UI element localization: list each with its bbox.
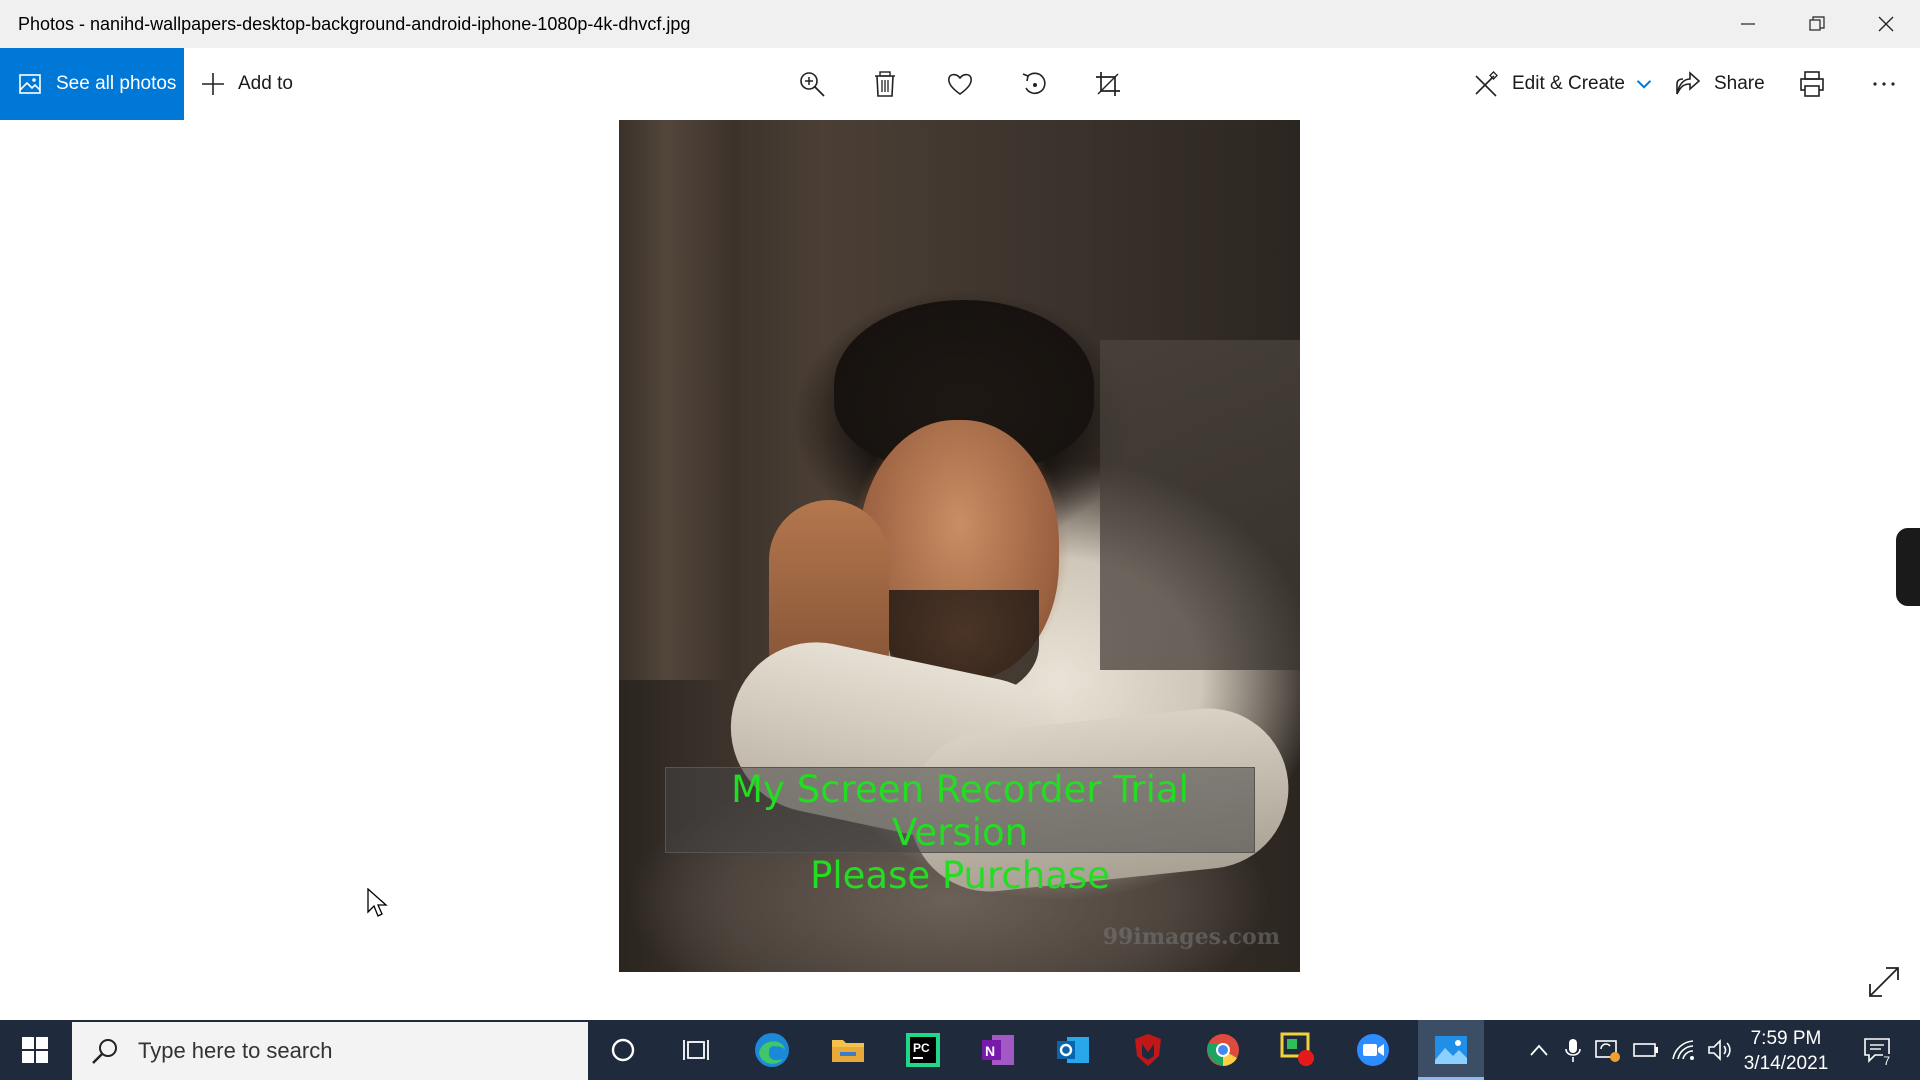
clock-date: 3/14/2021 bbox=[1743, 1053, 1829, 1074]
taskbar-onenote[interactable]: N bbox=[968, 1020, 1028, 1080]
search-icon bbox=[92, 1039, 117, 1064]
task-view-icon bbox=[683, 1040, 709, 1060]
search-placeholder: Type here to search bbox=[138, 1038, 333, 1063]
favorite-heart-icon bbox=[947, 73, 973, 95]
edit-create-label: Edit & Create bbox=[1512, 73, 1625, 94]
chevron-up-icon bbox=[1530, 1044, 1548, 1056]
taskbar-screen-recorder[interactable] bbox=[1268, 1020, 1328, 1080]
add-to-button[interactable]: Add to bbox=[200, 48, 293, 120]
onenote-icon: N bbox=[982, 1035, 1014, 1065]
share-icon bbox=[1676, 71, 1701, 95]
share-label: Share bbox=[1714, 73, 1765, 94]
photo-viewer-image[interactable]: 99images.com My Screen Recorder Trial Ve… bbox=[619, 120, 1300, 972]
title-bar: Photos - nanihd-wallpapers-desktop-backg… bbox=[0, 0, 1920, 48]
taskbar-pycharm[interactable]: PC bbox=[893, 1020, 953, 1080]
edit-create-icon bbox=[1475, 71, 1498, 97]
microphone-icon bbox=[1565, 1039, 1581, 1062]
wifi-icon bbox=[1672, 1040, 1694, 1060]
trial-watermark-line1: My Screen Recorder Trial Version bbox=[731, 768, 1189, 854]
trial-watermark-line2: Please Purchase bbox=[810, 854, 1110, 897]
action-center-button[interactable]: 7 bbox=[1852, 1020, 1902, 1080]
start-button[interactable] bbox=[0, 1020, 70, 1080]
clock-time: 7:59 PM bbox=[1750, 1028, 1822, 1049]
close-button[interactable] bbox=[1851, 0, 1920, 48]
minimize-icon bbox=[1740, 23, 1755, 25]
see-all-photos-button[interactable]: See all photos bbox=[0, 48, 184, 120]
tray-microphone[interactable] bbox=[1558, 1020, 1588, 1080]
cortana-icon bbox=[611, 1038, 635, 1062]
folder-icon bbox=[832, 1040, 864, 1062]
taskbar-chrome[interactable] bbox=[1193, 1020, 1253, 1080]
see-all-photos-label: See all photos bbox=[56, 73, 177, 94]
print-icon bbox=[1800, 71, 1824, 97]
recorder-trial-watermark: My Screen Recorder Trial Version Please … bbox=[665, 767, 1255, 897]
rotate-button[interactable] bbox=[1006, 48, 1062, 120]
zoom-button[interactable] bbox=[784, 48, 840, 120]
print-button[interactable] bbox=[1784, 48, 1840, 120]
taskbar-edge[interactable] bbox=[742, 1020, 802, 1080]
speaker-icon bbox=[1708, 1039, 1731, 1061]
window-title: Photos - nanihd-wallpapers-desktop-backg… bbox=[18, 13, 691, 34]
side-panel-handle[interactable] bbox=[1896, 528, 1920, 606]
more-ellipsis-icon bbox=[1873, 82, 1895, 86]
taskbar-mcafee[interactable] bbox=[1118, 1020, 1178, 1080]
rotate-icon bbox=[1022, 72, 1046, 95]
photos-app-icon bbox=[1435, 1036, 1467, 1064]
share-button[interactable]: Share bbox=[1674, 48, 1765, 120]
favorite-button[interactable] bbox=[932, 48, 988, 120]
mcafee-shield-icon bbox=[1135, 1034, 1161, 1066]
edit-create-button[interactable]: Edit & Create bbox=[1472, 48, 1653, 120]
restore-icon bbox=[1808, 16, 1825, 31]
delete-button[interactable] bbox=[857, 48, 913, 120]
tray-security[interactable] bbox=[1592, 1020, 1624, 1080]
cortana-button[interactable] bbox=[593, 1020, 653, 1080]
update-status-icon bbox=[1595, 1040, 1620, 1062]
photo-background-furniture bbox=[1100, 340, 1300, 670]
taskbar-search-box[interactable]: Type here to search bbox=[72, 1022, 588, 1080]
fullscreen-expand-icon[interactable] bbox=[1866, 964, 1902, 1000]
crop-icon bbox=[1096, 72, 1120, 96]
taskbar: Type here to search PC N 7:59 PM 3/14/20… bbox=[0, 1020, 1920, 1080]
tray-wifi[interactable] bbox=[1668, 1020, 1700, 1080]
crop-button[interactable] bbox=[1080, 48, 1136, 120]
more-button[interactable] bbox=[1856, 48, 1912, 120]
battery-icon bbox=[1633, 1043, 1658, 1057]
tray-volume[interactable] bbox=[1704, 1020, 1736, 1080]
minimize-button[interactable] bbox=[1713, 0, 1782, 48]
plus-icon bbox=[202, 73, 224, 95]
photo-gallery-icon bbox=[19, 74, 41, 94]
outlook-icon bbox=[1057, 1037, 1089, 1063]
svg-text:PC: PC bbox=[913, 1041, 930, 1055]
show-hidden-icons-button[interactable] bbox=[1524, 1020, 1554, 1080]
notification-count-badge: 7 bbox=[1883, 1054, 1890, 1068]
add-to-label: Add to bbox=[238, 73, 293, 94]
zoom-in-icon bbox=[800, 72, 825, 97]
restore-button[interactable] bbox=[1782, 0, 1851, 48]
delete-icon bbox=[875, 71, 895, 97]
taskbar-photos[interactable] bbox=[1418, 1020, 1484, 1080]
edge-browser-icon bbox=[755, 1033, 789, 1067]
windows-logo-icon bbox=[22, 1037, 48, 1063]
command-bar: See all photos Add to Edit & Create Shar… bbox=[0, 48, 1920, 120]
tray-battery[interactable] bbox=[1630, 1020, 1662, 1080]
zoom-video-icon bbox=[1357, 1034, 1389, 1066]
photo-curtain bbox=[619, 120, 739, 680]
mouse-cursor-icon bbox=[367, 888, 388, 917]
task-view-button[interactable] bbox=[666, 1020, 726, 1080]
pycharm-icon: PC bbox=[906, 1033, 940, 1067]
taskbar-file-explorer[interactable] bbox=[818, 1020, 878, 1080]
site-watermark: 99images.com bbox=[1102, 924, 1280, 950]
taskbar-zoom[interactable] bbox=[1343, 1020, 1403, 1080]
taskbar-clock[interactable]: 7:59 PM 3/14/2021 bbox=[1736, 1026, 1836, 1076]
close-icon bbox=[1878, 16, 1893, 32]
svg-text:N: N bbox=[985, 1043, 995, 1059]
taskbar-outlook[interactable] bbox=[1043, 1020, 1103, 1080]
screen-recorder-icon bbox=[1280, 1032, 1314, 1066]
chevron-down-icon bbox=[1636, 80, 1652, 89]
chrome-icon bbox=[1207, 1034, 1239, 1067]
